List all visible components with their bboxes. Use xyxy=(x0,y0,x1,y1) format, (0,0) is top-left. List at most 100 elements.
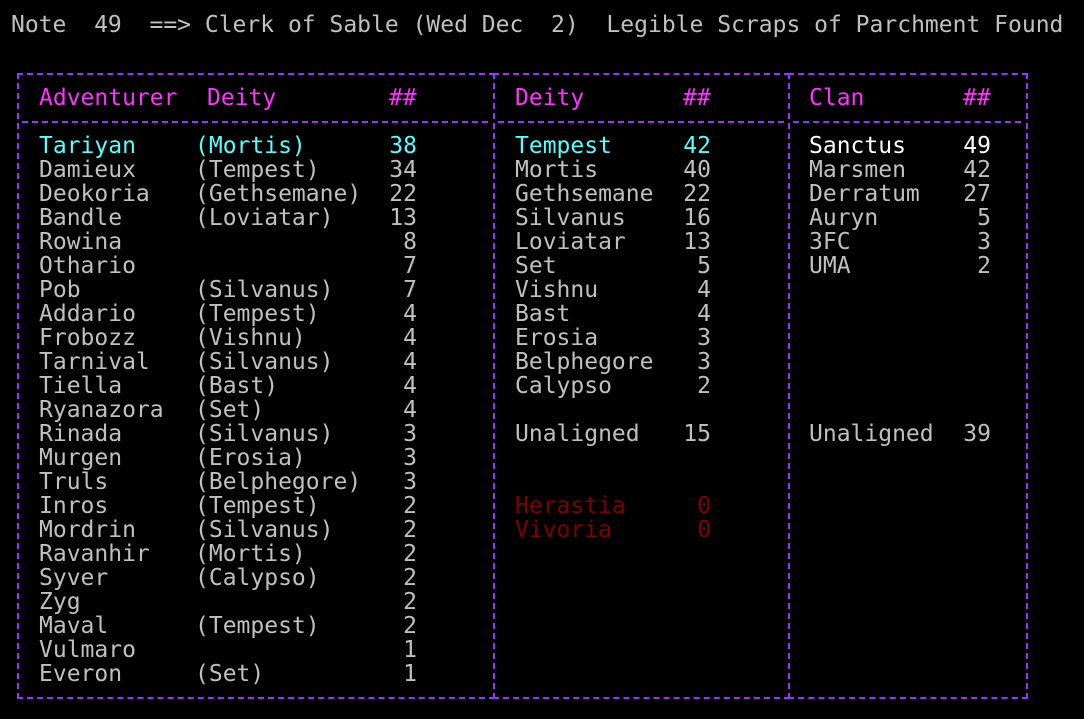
clan-name: UMA xyxy=(809,253,851,279)
deity-count: 22 xyxy=(683,181,711,207)
adventurer-count: 2 xyxy=(403,541,417,567)
adventurer-count: 2 xyxy=(403,493,417,519)
adventurer-deity: (Calypso) xyxy=(195,565,320,591)
adventurer-header-rule xyxy=(22,121,488,123)
deity-count: 3 xyxy=(697,325,711,351)
adventurer-count: 38 xyxy=(389,133,417,159)
clan-count: 5 xyxy=(977,205,991,231)
deity-count: 4 xyxy=(697,277,711,303)
adventurer-name: Addario xyxy=(39,301,136,327)
clan-count: 42 xyxy=(963,157,991,183)
adventurer-name: Pob xyxy=(39,277,81,303)
adventurer-deity: (Silvanus) xyxy=(195,421,334,447)
deity-name: Belphegore xyxy=(515,349,654,375)
adventurer-deity: (Tempest) xyxy=(195,493,320,519)
deity-header-rule xyxy=(498,121,784,123)
adventurer-name: Rowina xyxy=(39,229,123,255)
adventurer-name: Syver xyxy=(39,565,109,591)
deity-inactive-count: 0 xyxy=(697,517,711,543)
adventurer-header-deity: Deity xyxy=(207,85,277,111)
adventurer-count: 1 xyxy=(403,637,417,663)
adventurer-deity: (Tempest) xyxy=(195,301,320,327)
adventurer-name: Murgen xyxy=(39,445,123,471)
adventurer-deity: (Set) xyxy=(195,397,265,423)
deity-count: 5 xyxy=(697,253,711,279)
deity-count: 42 xyxy=(683,133,711,159)
adventurer-deity: (Tempest) xyxy=(195,613,320,639)
clan-header-count: ## xyxy=(963,85,991,111)
deity-unaligned-count: 15 xyxy=(683,421,711,447)
adventurer-name: Tiella xyxy=(39,373,123,399)
adventurer-count: 22 xyxy=(389,181,417,207)
deity-count: 16 xyxy=(683,205,711,231)
adventurer-name: Tarnival xyxy=(39,349,150,375)
clan-name: 3FC xyxy=(809,229,851,255)
adventurer-name: Deokoria xyxy=(39,181,150,207)
adventurer-count: 34 xyxy=(389,157,417,183)
deity-name: Vishnu xyxy=(515,277,599,303)
deity-inactive-name: Herastia xyxy=(515,493,626,519)
deity-name: Set xyxy=(515,253,557,279)
adventurer-deity: (Gethsemane) xyxy=(195,181,362,207)
adventurer-name: Zyg xyxy=(39,589,81,615)
adventurer-deity: (Silvanus) xyxy=(195,517,334,543)
adventurer-count: 4 xyxy=(403,349,417,375)
adventurer-name: Rinada xyxy=(39,421,123,447)
adventurer-count: 8 xyxy=(403,229,417,255)
adventurer-name: Othario xyxy=(39,253,136,279)
adventurer-count: 2 xyxy=(403,589,417,615)
adventurer-count: 4 xyxy=(403,325,417,351)
adventurer-header-name: Adventurer xyxy=(39,85,178,111)
adventurer-deity: (Mortis) xyxy=(195,133,306,159)
deity-count: 13 xyxy=(683,229,711,255)
clan-count: 49 xyxy=(963,133,991,159)
clan-header-rule xyxy=(793,121,1021,123)
adventurer-count: 2 xyxy=(403,565,417,591)
clan-name: Auryn xyxy=(809,205,879,231)
deity-inactive-name: Vivoria xyxy=(515,517,612,543)
clan-header-name: Clan xyxy=(809,85,865,111)
adventurer-deity: (Loviatar) xyxy=(195,205,334,231)
deity-name: Mortis xyxy=(515,157,599,183)
clan-unaligned-label: Unaligned xyxy=(809,421,934,447)
clan-count: 2 xyxy=(977,253,991,279)
deity-count: 4 xyxy=(697,301,711,327)
adventurer-name: Damieux xyxy=(39,157,136,183)
adventurer-deity: (Bast) xyxy=(195,373,279,399)
adventurer-count: 4 xyxy=(403,397,417,423)
adventurer-count: 3 xyxy=(403,421,417,447)
adventurer-name: Tariyan xyxy=(39,133,136,159)
adventurer-count: 3 xyxy=(403,469,417,495)
deity-unaligned-label: Unaligned xyxy=(515,421,640,447)
adventurer-deity: (Silvanus) xyxy=(195,277,334,303)
clan-unaligned-count: 39 xyxy=(963,421,991,447)
adventurer-count: 7 xyxy=(403,253,417,279)
deity-name: Erosia xyxy=(515,325,599,351)
note-title: Note 49 ==> Clerk of Sable (Wed Dec 2) L… xyxy=(11,12,1064,38)
adventurer-name: Truls xyxy=(39,469,109,495)
adventurer-name: Vulmaro xyxy=(39,637,136,663)
adventurer-header-count: ## xyxy=(389,85,417,111)
adventurer-count: 3 xyxy=(403,445,417,471)
adventurer-name: Ravanhir xyxy=(39,541,150,567)
clan-name: Sanctus xyxy=(809,133,906,159)
deity-header-name: Deity xyxy=(515,85,585,111)
adventurer-count: 13 xyxy=(389,205,417,231)
adventurer-deity: (Tempest) xyxy=(195,157,320,183)
adventurer-count: 4 xyxy=(403,301,417,327)
adventurer-deity: (Belphegore) xyxy=(195,469,362,495)
deity-inactive-count: 0 xyxy=(697,493,711,519)
adventurer-count: 7 xyxy=(403,277,417,303)
adventurer-count: 1 xyxy=(403,661,417,687)
deity-count: 2 xyxy=(697,373,711,399)
adventurer-name: Frobozz xyxy=(39,325,136,351)
adventurer-name: Ryanazora xyxy=(39,397,164,423)
clan-count: 3 xyxy=(977,229,991,255)
clan-name: Marsmen xyxy=(809,157,906,183)
deity-name: Loviatar xyxy=(515,229,626,255)
clan-count: 27 xyxy=(963,181,991,207)
adventurer-name: Inros xyxy=(39,493,109,519)
deity-name: Tempest xyxy=(515,133,612,159)
deity-name: Gethsemane xyxy=(515,181,654,207)
adventurer-name: Bandle xyxy=(39,205,123,231)
